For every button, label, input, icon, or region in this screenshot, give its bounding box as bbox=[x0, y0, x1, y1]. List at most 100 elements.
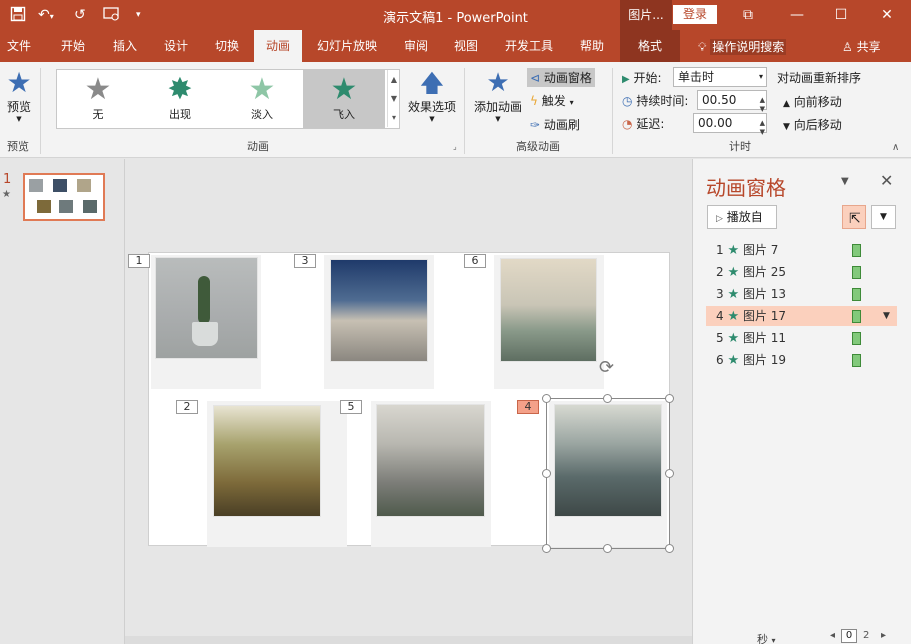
tab-format[interactable]: 格式 bbox=[620, 30, 680, 62]
photo-house[interactable] bbox=[376, 404, 485, 517]
star-fade-icon: ★ bbox=[248, 72, 276, 107]
seconds-dropdown[interactable]: 秒 ▾ bbox=[757, 631, 776, 644]
context-tab-picture[interactable]: 图片... bbox=[620, 0, 672, 30]
effect-options-button[interactable]: 🡅 效果选项 ▼ bbox=[405, 68, 459, 123]
document-title: 演示文稿1 - PowerPoint bbox=[383, 11, 528, 26]
share-button[interactable]: ♙ 共享 bbox=[842, 38, 881, 55]
animation-list-item[interactable]: 1 ★ 图片 7 bbox=[706, 240, 897, 260]
resize-handle[interactable] bbox=[665, 469, 674, 478]
cactus-shape bbox=[198, 276, 210, 324]
login-button[interactable]: 登录 bbox=[673, 5, 717, 24]
trigger-button[interactable]: ϟ 触发 ▾ bbox=[530, 92, 574, 109]
maximize-icon[interactable]: ☐ bbox=[826, 4, 856, 26]
gallery-item-fade[interactable]: ★ 淡入 bbox=[221, 70, 303, 128]
tab-help[interactable]: 帮助 bbox=[567, 30, 617, 62]
animation-list-item[interactable]: 5 ★ 图片 11 bbox=[706, 328, 897, 348]
start-select[interactable]: 单击时 ▾ bbox=[673, 67, 767, 87]
timeline-left-icon[interactable]: ◂ bbox=[830, 630, 835, 641]
pane-options-icon[interactable]: ▼ bbox=[841, 176, 849, 187]
animation-list-item[interactable]: 2 ★ 图片 25 bbox=[706, 262, 897, 282]
tell-me-search[interactable]: 💡︎ 操作说明搜索 bbox=[698, 38, 787, 55]
tell-me-label: 操作说明搜索 bbox=[710, 39, 787, 55]
photo-blurred-plants[interactable] bbox=[500, 258, 597, 362]
tab-slideshow[interactable]: 幻灯片放映 bbox=[310, 30, 384, 62]
gallery-item-fly-in[interactable]: ★ 飞入 bbox=[303, 70, 385, 128]
dialog-launcher-icon[interactable]: ⌟ bbox=[453, 142, 457, 151]
animation-list-item-selected[interactable]: 4 ★ 图片 17 ▼ bbox=[706, 306, 897, 326]
effect-star-icon: ★ bbox=[727, 287, 740, 302]
photo-potted-plant[interactable] bbox=[213, 405, 321, 517]
rotate-handle-icon[interactable]: ⟳ bbox=[599, 357, 614, 378]
gallery-more[interactable]: ▾ bbox=[387, 108, 400, 127]
tab-home[interactable]: 开始 bbox=[50, 30, 96, 62]
tab-view[interactable]: 视图 bbox=[444, 30, 488, 62]
timeline-step-icon[interactable]: 2 bbox=[863, 630, 869, 641]
preview-button[interactable]: ★ 预览 ▼ bbox=[2, 68, 36, 124]
chevron-down-icon: ▼ bbox=[495, 115, 501, 123]
divider bbox=[464, 68, 465, 154]
animation-painter-button[interactable]: ✑ 动画刷 bbox=[530, 116, 580, 133]
play-from-button[interactable]: ▷ 播放自 bbox=[707, 205, 777, 229]
animation-tag[interactable]: 1 bbox=[128, 254, 150, 268]
close-pane-icon[interactable]: ✕ bbox=[880, 171, 893, 190]
slide-thumbnail-pane: 1 ★ bbox=[0, 159, 125, 644]
resize-handle[interactable] bbox=[603, 544, 612, 553]
minimize-icon[interactable]: — bbox=[782, 4, 812, 26]
animation-marker-icon: ★ bbox=[2, 189, 11, 200]
selection-box[interactable] bbox=[546, 398, 670, 549]
tab-insert[interactable]: 插入 bbox=[103, 30, 147, 62]
ribbon-display-icon[interactable]: ⧉ bbox=[733, 4, 763, 26]
effect-star-icon: ★ bbox=[727, 309, 740, 324]
brush-icon: ✑ bbox=[530, 118, 541, 132]
slide-thumbnail[interactable] bbox=[23, 173, 105, 221]
animation-tag-selected[interactable]: 4 bbox=[517, 400, 539, 414]
resize-handle[interactable] bbox=[665, 394, 674, 403]
tab-animations[interactable]: 动画 bbox=[254, 30, 302, 62]
gallery-item-label: 飞入 bbox=[333, 108, 355, 121]
animation-pane-button[interactable]: ⊲ 动画窗格 bbox=[527, 68, 595, 87]
lightning-icon: ϟ bbox=[530, 94, 538, 108]
photo-building[interactable] bbox=[330, 259, 428, 362]
close-window-icon[interactable]: ✕ bbox=[872, 4, 902, 26]
resize-handle[interactable] bbox=[542, 544, 551, 553]
animation-painter-label: 动画刷 bbox=[543, 118, 580, 132]
photo-cactus[interactable] bbox=[155, 257, 258, 359]
tab-review[interactable]: 审阅 bbox=[394, 30, 438, 62]
animation-tag[interactable]: 3 bbox=[294, 254, 316, 268]
group-label-advanced: 高级动画 bbox=[516, 140, 560, 153]
collapse-ribbon-icon[interactable]: ∧ bbox=[892, 142, 899, 153]
resize-handle[interactable] bbox=[665, 544, 674, 553]
animation-tag[interactable]: 5 bbox=[340, 400, 362, 414]
resize-handle[interactable] bbox=[542, 469, 551, 478]
animation-tag[interactable]: 2 bbox=[176, 400, 198, 414]
move-down-pane-button[interactable]: ▼ bbox=[871, 205, 896, 229]
gallery-scroll-up[interactable]: ▲ bbox=[387, 70, 400, 89]
move-later-button[interactable]: ▼ 向后移动 bbox=[783, 116, 842, 133]
delay-input[interactable]: 00.00 ▲ ▼ bbox=[693, 113, 767, 136]
resize-handle[interactable] bbox=[542, 394, 551, 403]
gallery-scroll-down[interactable]: ▼ bbox=[387, 89, 400, 108]
animation-list-item[interactable]: 6 ★ 图片 19 bbox=[706, 350, 897, 370]
delay-clock-icon: ◔ bbox=[622, 117, 633, 131]
duration-input[interactable]: 00.50 ▲ ▼ bbox=[697, 90, 767, 113]
gallery-item-none[interactable]: ★ 无 bbox=[57, 70, 139, 128]
tab-design[interactable]: 设计 bbox=[153, 30, 199, 62]
tab-transitions[interactable]: 切换 bbox=[204, 30, 250, 62]
animation-tag[interactable]: 6 bbox=[464, 254, 486, 268]
share-label: 共享 bbox=[856, 40, 881, 54]
group-label-animation: 动画 bbox=[247, 140, 269, 153]
chevron-down-icon[interactable]: ▼ bbox=[883, 306, 890, 326]
animation-list-item[interactable]: 3 ★ 图片 13 bbox=[706, 284, 897, 304]
tab-developer[interactable]: 开发工具 bbox=[497, 30, 561, 62]
horizontal-scrollbar[interactable] bbox=[125, 636, 692, 644]
timeline-right-icon[interactable]: ▸ bbox=[881, 630, 886, 641]
gallery-item-appear[interactable]: ✸ 出现 bbox=[139, 70, 221, 128]
play-icon: ▷ bbox=[716, 214, 723, 224]
tab-file[interactable]: 文件 bbox=[0, 30, 38, 62]
title-bar: ↶▾ ↺ ▾ 演示文稿1 - PowerPoint 图片... 登录 ⧉ — ☐… bbox=[0, 0, 911, 30]
resize-handle[interactable] bbox=[603, 394, 612, 403]
add-animation-button[interactable]: ★ 添加动画 ▼ bbox=[472, 68, 524, 123]
move-earlier-button[interactable]: ▲ 向前移动 bbox=[783, 93, 842, 110]
timeline-zoom[interactable]: 0 bbox=[841, 629, 857, 643]
triangle-up-icon: ▲ bbox=[783, 99, 790, 109]
